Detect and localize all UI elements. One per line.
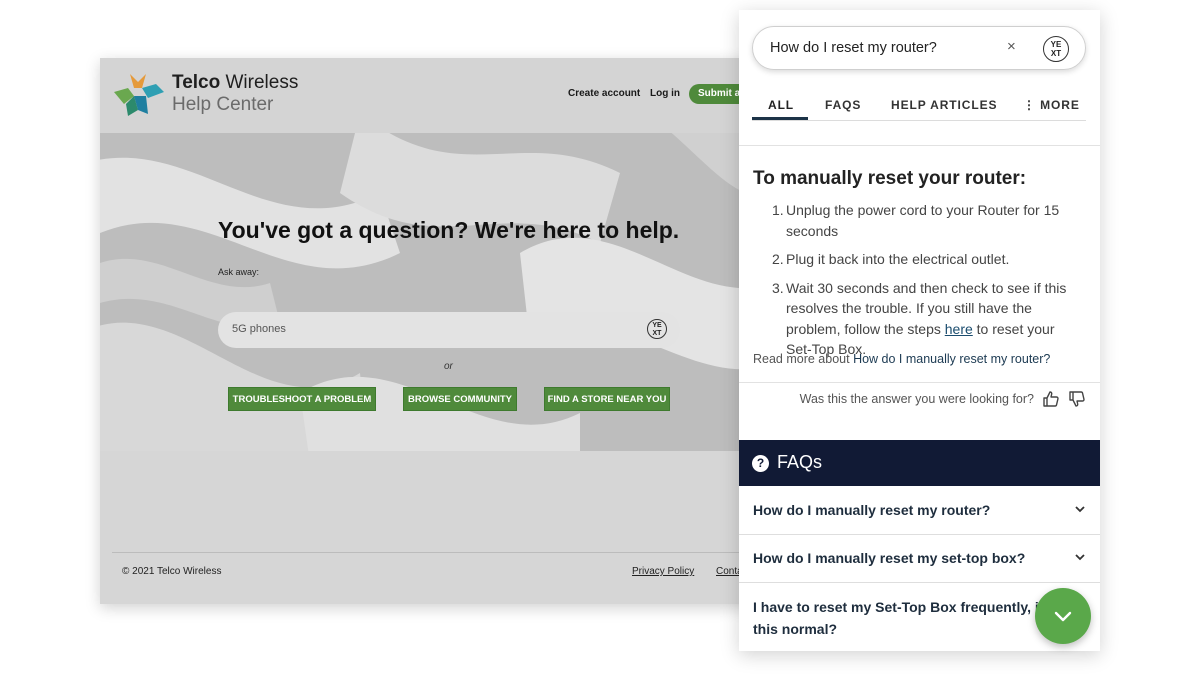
panel-search-input[interactable]: How do I reset my router? × YE XT xyxy=(752,26,1086,70)
answer-title: To manually reset your router: xyxy=(753,168,1027,189)
hero-search-value: 5G phones xyxy=(232,323,286,335)
brand-name[interactable]: Telco Wireless Help Center xyxy=(172,72,298,116)
telco-logo-icon xyxy=(114,74,164,116)
faq-item[interactable]: How do I manually reset my set-top box? xyxy=(739,535,1100,583)
read-more-link[interactable]: How do I manually reset my router? xyxy=(853,352,1050,366)
tab-more[interactable]: ⋮ MORE xyxy=(1023,98,1080,112)
faq-item[interactable]: How do I manually reset my router? xyxy=(739,487,1100,535)
brand-telco: Telco xyxy=(172,72,221,93)
chevron-down-icon xyxy=(1075,554,1085,561)
faqs-title: FAQs xyxy=(777,452,823,472)
faq-question[interactable]: I have to reset my Set-Top Box frequentl… xyxy=(753,596,1063,640)
copyright-text: © 2021 Telco Wireless xyxy=(122,566,222,577)
feedback-question: Was this the answer you were looking for… xyxy=(799,392,1034,406)
result-tabs: ALL FAQS HELP ARTICLES ⋮ MORE xyxy=(752,96,1086,121)
tab-all[interactable]: ALL xyxy=(768,98,794,112)
create-account-link[interactable]: Create account xyxy=(568,88,640,99)
answer-steps: 1. Unplug the power cord to your Router f… xyxy=(753,200,1083,368)
privacy-policy-link[interactable]: Privacy Policy xyxy=(632,566,694,577)
help-center-website: Telco Wireless Help Center Create accoun… xyxy=(100,58,760,604)
feedback-row: Was this the answer you were looking for… xyxy=(800,390,1086,408)
search-logo-icon[interactable]: YE XT xyxy=(1043,36,1069,62)
question-mark-icon: ? xyxy=(752,455,769,472)
answer-step: 3. Wait 30 seconds and then check to see … xyxy=(772,279,1067,358)
search-results-panel: How do I reset my router? × YE XT ALL FAQ… xyxy=(739,10,1100,651)
troubleshoot-button[interactable]: TROUBLESHOOT A PROBLEM xyxy=(228,387,376,411)
chevron-down-icon xyxy=(1054,611,1072,622)
search-logo-icon[interactable]: YE XT xyxy=(647,319,667,339)
chevron-down-icon xyxy=(1075,506,1085,513)
faqs-section-header: ? FAQs xyxy=(739,440,1100,486)
here-link[interactable]: here xyxy=(945,321,973,337)
find-store-button[interactable]: FIND A STORE NEAR YOU xyxy=(544,387,670,411)
brand-wireless: Wireless xyxy=(220,72,299,93)
active-tab-indicator xyxy=(752,117,808,120)
thumbs-up-icon[interactable] xyxy=(1042,390,1060,408)
read-more: Read more about How do I manually reset … xyxy=(753,352,1051,366)
faq-question: How do I manually reset my set-top box? xyxy=(753,550,1026,566)
hero-search-input[interactable]: 5G phones YE XT xyxy=(218,312,680,348)
footer-divider xyxy=(112,552,752,553)
faq-question: How do I manually reset my router? xyxy=(753,502,991,518)
tab-faqs[interactable]: FAQS xyxy=(825,98,861,112)
ask-away-label: Ask away: xyxy=(218,267,260,277)
thumbs-down-icon[interactable] xyxy=(1068,390,1086,408)
panel-search-value: How do I reset my router? xyxy=(770,40,937,56)
brand-help-center: Help Center xyxy=(172,94,274,115)
scroll-down-button[interactable] xyxy=(1035,588,1091,644)
or-divider: or xyxy=(444,361,453,372)
section-divider xyxy=(739,382,1100,383)
answer-step: 2. Plug it back into the electrical outle… xyxy=(772,251,1010,267)
section-divider xyxy=(739,145,1100,146)
site-header: Telco Wireless Help Center Create accoun… xyxy=(100,58,760,133)
log-in-link[interactable]: Log in xyxy=(650,88,680,99)
clear-icon[interactable]: × xyxy=(1007,38,1016,55)
browse-community-button[interactable]: BROWSE COMMUNITY xyxy=(403,387,517,411)
tab-help-articles[interactable]: HELP ARTICLES xyxy=(891,98,997,112)
answer-step: 1. Unplug the power cord to your Router f… xyxy=(772,202,1060,239)
hero-section: You've got a question? We're here to hel… xyxy=(100,133,760,451)
hero-title: You've got a question? We're here to hel… xyxy=(218,217,680,243)
